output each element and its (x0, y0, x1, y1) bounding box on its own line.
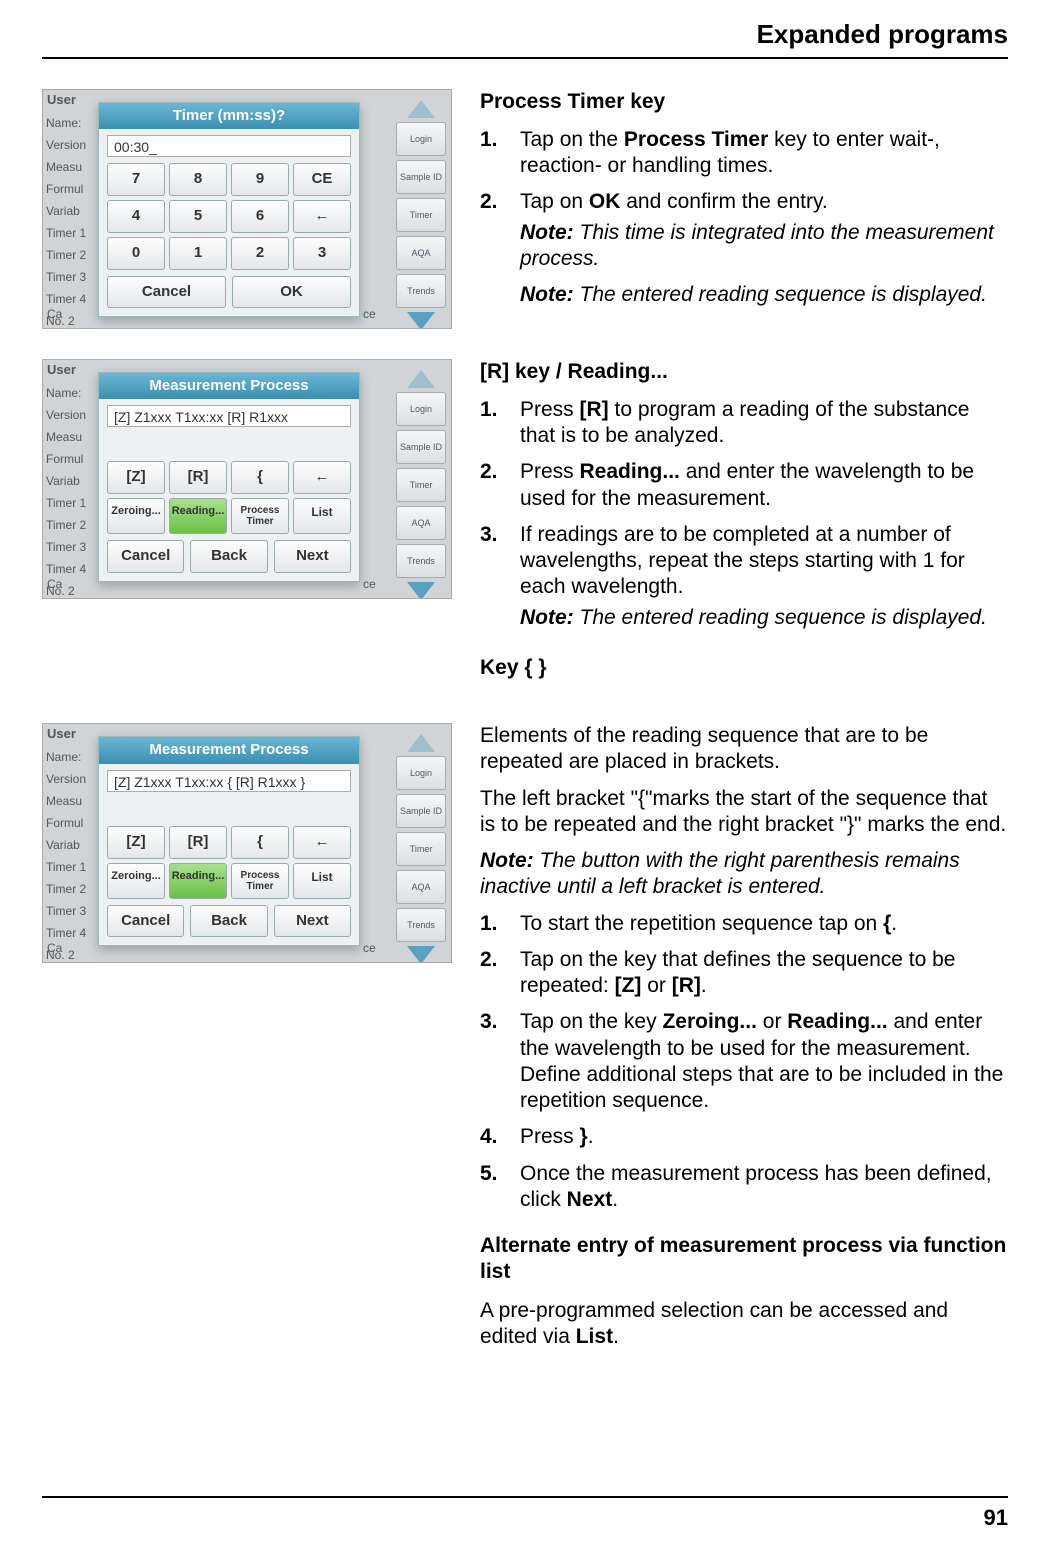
bg-ca: Ca (47, 307, 62, 322)
zeroing-button[interactable]: Zeroing... (107, 498, 165, 534)
zeroing-button[interactable]: Zeroing... (107, 863, 165, 899)
arrow-up-icon[interactable] (407, 100, 435, 118)
step-2: Tap on OK and confirm the entry. Note: T… (520, 189, 1008, 318)
brace-button[interactable]: { (231, 826, 289, 859)
sec4-p1: A pre-programmed selection can be access… (480, 1298, 1008, 1351)
login-button[interactable]: Login (396, 122, 446, 156)
back-button[interactable]: Back (190, 540, 267, 573)
backspace-button[interactable]: ← (293, 826, 351, 859)
sequence-display: [Z] Z1xxx T1xx:xx { [R] R1xxx } (107, 770, 351, 792)
z-button[interactable]: [Z] (107, 461, 165, 494)
arrow-down-icon[interactable] (407, 582, 435, 599)
sec3-p1: Elements of the reading sequence that ar… (480, 723, 1008, 776)
reading-button[interactable]: Reading... (169, 863, 227, 899)
key-2[interactable]: 2 (231, 237, 289, 270)
measurement-dialog: Measurement Process [Z] Z1xxx T1xx:xx [R… (98, 372, 360, 582)
dialog-title: Timer (mm:ss)? (99, 103, 359, 130)
dialog-title: Measurement Process (99, 737, 359, 764)
sampleid-button[interactable]: Sample ID (396, 160, 446, 194)
sec3-note: Note: The button with the right parenthe… (480, 848, 1008, 901)
timer-button[interactable]: Timer (396, 198, 446, 232)
side-toolbar: Login Sample ID Timer AQA Trends (395, 100, 447, 329)
backspace-button[interactable]: ← (293, 461, 351, 494)
bg-ce: ce (363, 307, 376, 322)
key-4[interactable]: 4 (107, 200, 165, 233)
step-1: Tap on the Process Timer key to enter wa… (520, 127, 1008, 180)
dialog-title: Measurement Process (99, 373, 359, 400)
screenshot-measurement-2: User Name:Version MeasuFormul VariabTime… (42, 723, 452, 963)
next-button[interactable]: Next (274, 905, 351, 938)
r-button[interactable]: [R] (169, 826, 227, 859)
cancel-button[interactable]: Cancel (107, 905, 184, 938)
arrow-down-icon[interactable] (407, 946, 435, 963)
key-3[interactable]: 3 (293, 237, 351, 270)
sec3-p2: The left bracket "{"marks the start of t… (480, 786, 1008, 839)
key-1[interactable]: 1 (169, 237, 227, 270)
key-7[interactable]: 7 (107, 163, 165, 196)
list-button[interactable]: List (293, 863, 351, 899)
aqa-button[interactable]: AQA (396, 236, 446, 270)
z-button[interactable]: [Z] (107, 826, 165, 859)
key-back[interactable]: ← (293, 200, 351, 233)
bg-labels: Name:Version MeasuFormul VariabTimer 1 T… (43, 112, 93, 329)
trends-button[interactable]: Trends (396, 274, 446, 308)
keypad: 7 8 9 CE 4 5 6 ← 0 1 2 3 (107, 163, 351, 269)
arrow-up-icon[interactable] (407, 734, 435, 752)
cancel-button[interactable]: Cancel (107, 540, 184, 573)
reading-button[interactable]: Reading... (169, 498, 227, 534)
back-button[interactable]: Back (190, 905, 267, 938)
next-button[interactable]: Next (274, 540, 351, 573)
section1-heading: Process Timer key (480, 89, 1008, 115)
key-8[interactable]: 8 (169, 163, 227, 196)
brace-button[interactable]: { (231, 461, 289, 494)
sequence-display: [Z] Z1xxx T1xx:xx [R] R1xxx (107, 405, 351, 427)
arrow-down-icon[interactable] (407, 312, 435, 329)
process-timer-button[interactable]: Process Timer (231, 863, 289, 899)
section4-heading: Alternate entry of measurement process v… (480, 1233, 1008, 1286)
process-timer-button[interactable]: Process Timer (231, 498, 289, 534)
screenshot-measurement-1: User Name:Version MeasuFormul VariabTime… (42, 359, 452, 599)
section2-heading: [R] key / Reading... (480, 359, 1008, 385)
page-header: Expanded programs (42, 0, 1008, 59)
section3-heading: Key { } (480, 655, 1008, 681)
user-label: User (47, 92, 76, 108)
arrow-up-icon[interactable] (407, 370, 435, 388)
key-9[interactable]: 9 (231, 163, 289, 196)
timer-dialog: Timer (mm:ss)? 00:30_ 7 8 9 CE 4 5 6 ← (98, 102, 360, 318)
timer-input[interactable]: 00:30_ (107, 135, 351, 157)
ok-button[interactable]: OK (232, 276, 351, 309)
key-0[interactable]: 0 (107, 237, 165, 270)
key-5[interactable]: 5 (169, 200, 227, 233)
r-button[interactable]: [R] (169, 461, 227, 494)
list-button[interactable]: List (293, 498, 351, 534)
measurement-dialog: Measurement Process [Z] Z1xxx T1xx:xx { … (98, 736, 360, 946)
key-ce[interactable]: CE (293, 163, 351, 196)
cancel-button[interactable]: Cancel (107, 276, 226, 309)
page-footer: 91 (42, 1496, 1008, 1532)
key-6[interactable]: 6 (231, 200, 289, 233)
screenshot-timer-dialog: User Name:Version MeasuFormul VariabTime… (42, 89, 452, 329)
